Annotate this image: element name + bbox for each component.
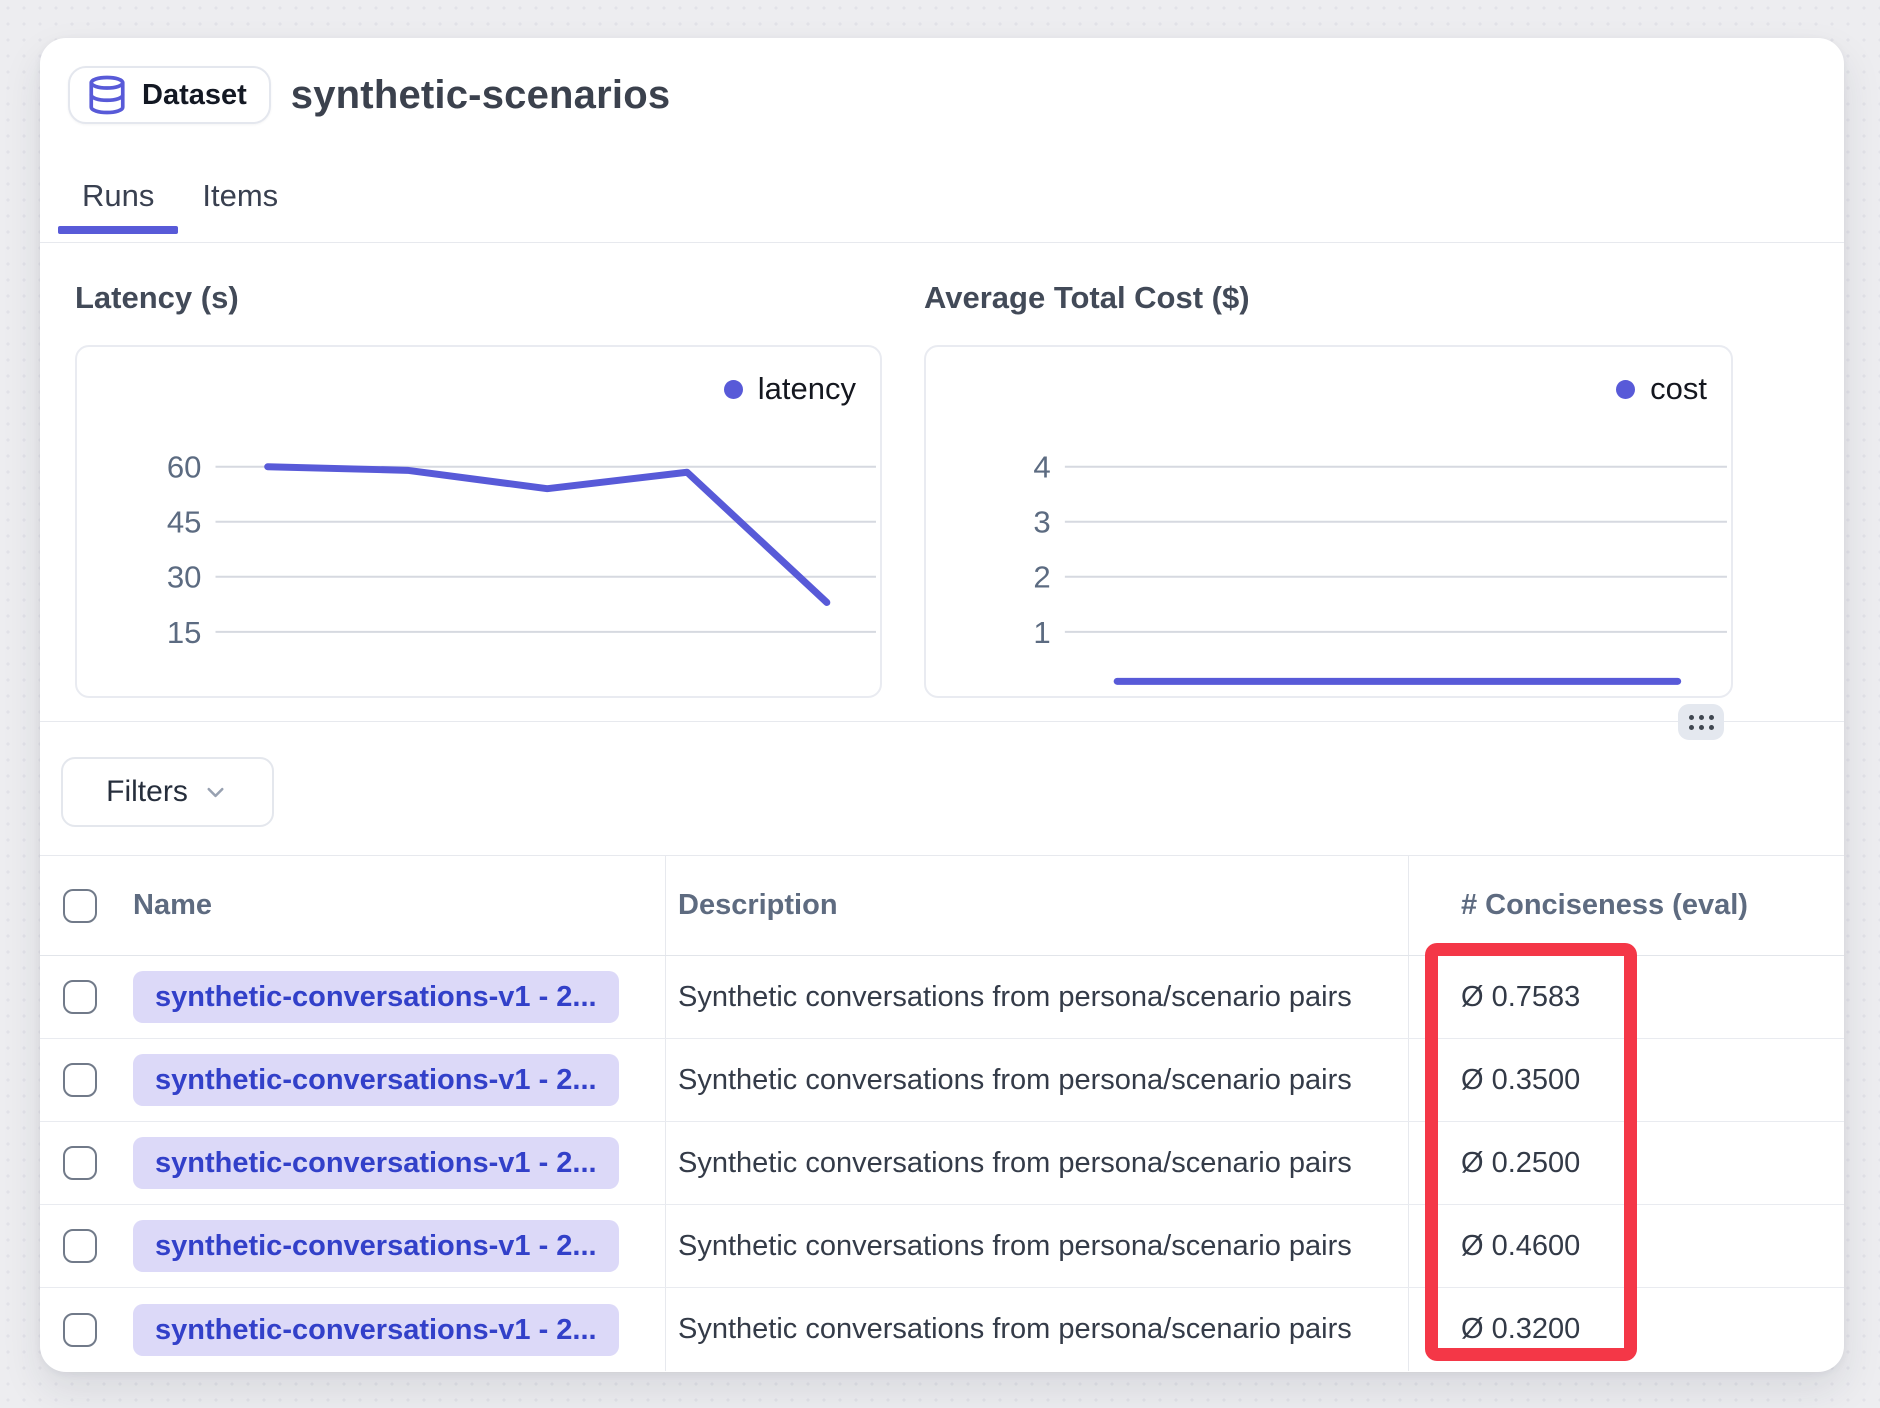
conciseness-value: Ø 0.4600 [1461,1230,1580,1263]
row-checkbox[interactable] [63,1229,97,1263]
latency-legend: latency [724,371,856,407]
table-row[interactable]: synthetic-conversations-v1 - 2... Synthe… [40,956,1844,1039]
cost-chart-panel: 4 3 2 1 cost [924,345,1733,698]
run-name-link[interactable]: synthetic-conversations-v1 - 2... [133,1304,619,1356]
conciseness-value: Ø 0.3500 [1461,1064,1580,1097]
column-header-name: Name [133,889,212,922]
row-checkbox[interactable] [63,980,97,1014]
badge-label: Dataset [142,79,247,112]
row-checkbox[interactable] [63,1146,97,1180]
table-row[interactable]: synthetic-conversations-v1 - 2... Synthe… [40,1122,1844,1205]
legend-label: cost [1650,371,1707,407]
chevron-down-icon [202,779,229,806]
cost-line-chart: 4 3 2 1 [926,347,1731,696]
run-name-link[interactable]: synthetic-conversations-v1 - 2... [133,1220,619,1272]
table-row[interactable]: synthetic-conversations-v1 - 2... Synthe… [40,1205,1844,1288]
runs-table: Name Description # Conciseness (eval) sy… [40,855,1844,1372]
database-icon [86,74,128,116]
svg-text:45: 45 [167,505,202,540]
header-divider [40,242,1844,243]
svg-text:30: 30 [167,560,202,595]
run-name-link[interactable]: synthetic-conversations-v1 - 2... [133,1137,619,1189]
section-divider [40,721,1844,722]
header: Dataset synthetic-scenarios [68,66,670,124]
run-description: Synthetic conversations from persona/sce… [678,1313,1352,1346]
svg-text:4: 4 [1033,450,1050,485]
row-checkbox[interactable] [63,1063,97,1097]
conciseness-value: Ø 0.2500 [1461,1147,1580,1180]
svg-text:60: 60 [167,450,202,485]
column-header-description: Description [678,889,838,922]
conciseness-value: Ø 0.7583 [1461,981,1580,1014]
table-row[interactable]: synthetic-conversations-v1 - 2... Synthe… [40,1288,1844,1371]
filters-button[interactable]: Filters [61,757,274,827]
table-header-row: Name Description # Conciseness (eval) [40,856,1844,956]
column-header-conciseness: # Conciseness (eval) [1461,889,1748,922]
resize-drag-handle[interactable] [1678,704,1724,740]
filters-button-label: Filters [106,775,188,809]
row-checkbox[interactable] [63,1313,97,1347]
dataset-card: Dataset synthetic-scenarios Runs Items L… [40,38,1844,1372]
table-row[interactable]: synthetic-conversations-v1 - 2... Synthe… [40,1039,1844,1122]
page-title: synthetic-scenarios [291,73,671,118]
cost-chart-title: Average Total Cost ($) [924,280,1250,316]
tab-bar: Runs Items [58,168,302,234]
legend-dot-icon [1616,380,1635,399]
latency-chart-title: Latency (s) [75,280,239,316]
legend-dot-icon [724,380,743,399]
run-description: Synthetic conversations from persona/sce… [678,981,1352,1014]
svg-text:15: 15 [167,615,202,650]
conciseness-value: Ø 0.3200 [1461,1313,1580,1346]
run-name-link[interactable]: synthetic-conversations-v1 - 2... [133,1054,619,1106]
legend-label: latency [758,371,856,407]
latency-chart-panel: 60 45 30 15 latency [75,345,882,698]
run-description: Synthetic conversations from persona/sce… [678,1064,1352,1097]
drag-dots-icon [1689,715,1714,730]
run-description: Synthetic conversations from persona/sce… [678,1147,1352,1180]
cost-legend: cost [1616,371,1707,407]
select-all-checkbox[interactable] [63,889,97,923]
tab-runs[interactable]: Runs [58,168,178,234]
tab-items[interactable]: Items [178,168,302,234]
svg-text:1: 1 [1033,615,1050,650]
svg-text:2: 2 [1033,560,1050,595]
svg-text:3: 3 [1033,505,1050,540]
dataset-badge: Dataset [68,66,271,124]
run-name-link[interactable]: synthetic-conversations-v1 - 2... [133,971,619,1023]
run-description: Synthetic conversations from persona/sce… [678,1230,1352,1263]
